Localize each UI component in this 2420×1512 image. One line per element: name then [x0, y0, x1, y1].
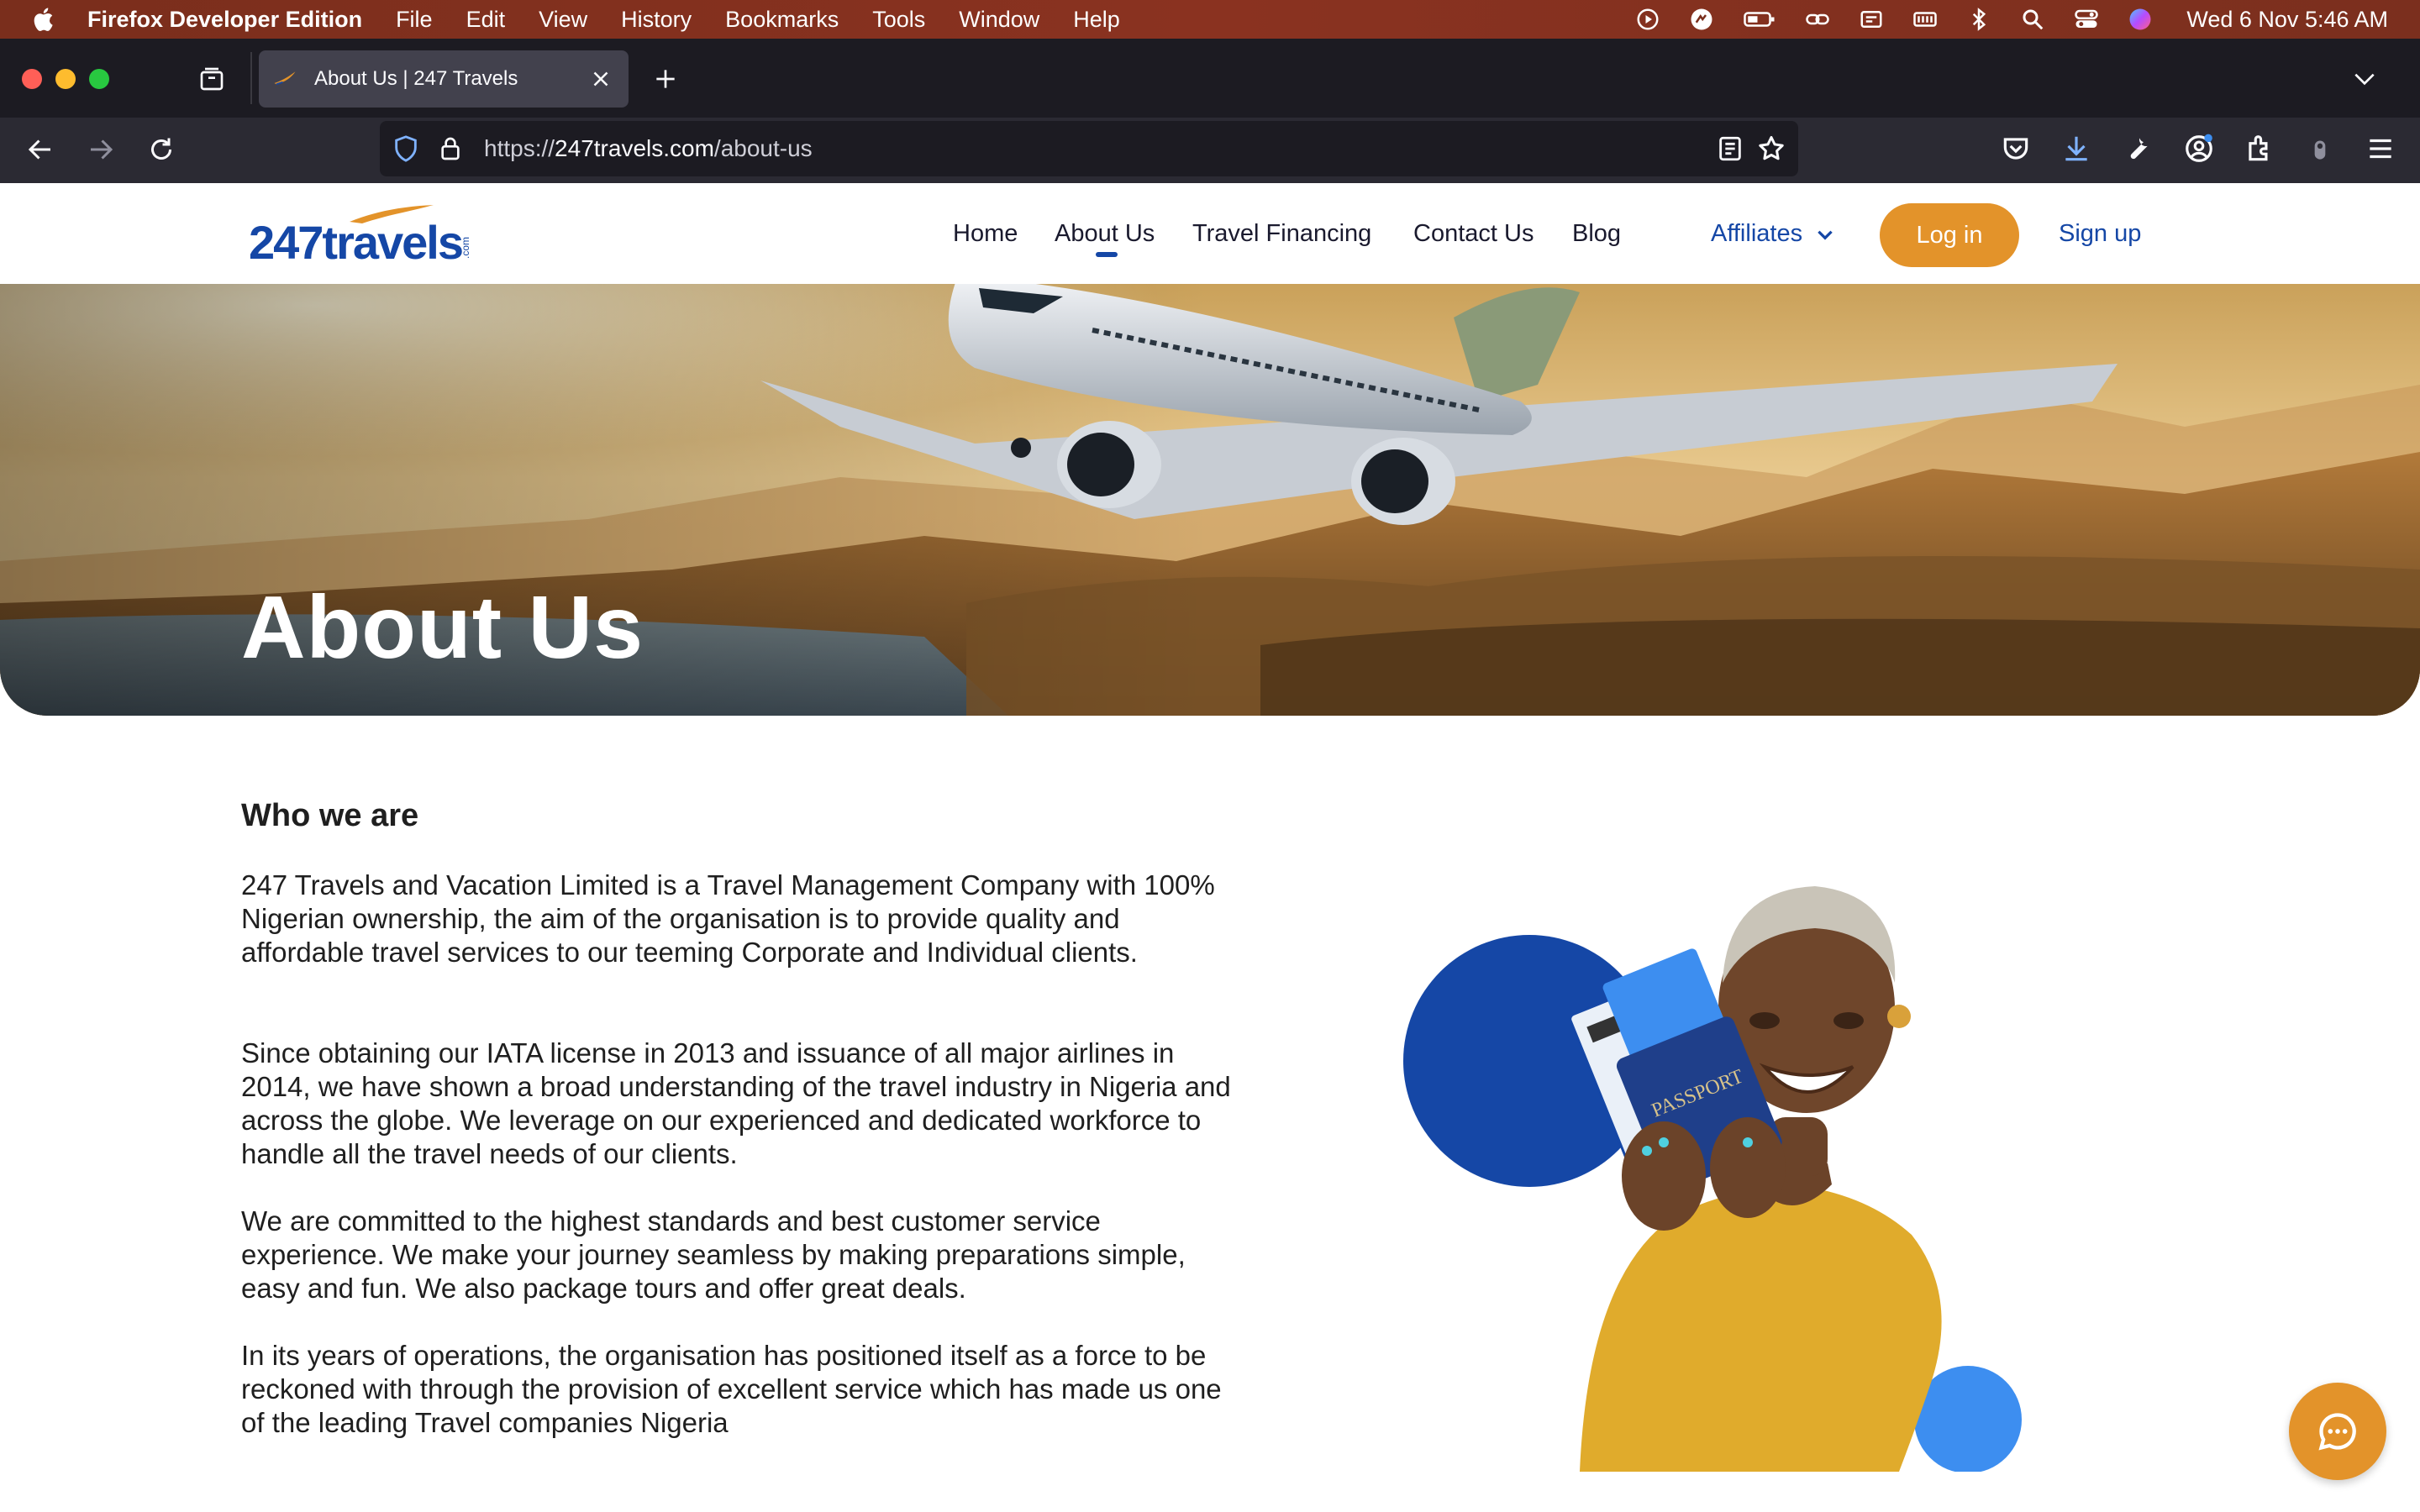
forward-arrow-icon[interactable]: [86, 134, 116, 165]
login-label: Log in: [1916, 221, 1983, 249]
logo-suffix: .com: [460, 237, 471, 259]
clock[interactable]: Wed 6 Nov 5:46 AM: [2186, 7, 2388, 33]
status-area: Wed 6 Nov 5:46 AM: [1635, 0, 2388, 39]
chevron-down-icon[interactable]: [2351, 66, 2378, 92]
signup-link[interactable]: Sign up: [2059, 220, 2141, 248]
site-header: 247travels .com Home About Us Travel Fin…: [0, 183, 2420, 284]
url-text[interactable]: https://247travels.com/about-us: [484, 135, 813, 162]
nav-home[interactable]: Home: [953, 220, 1018, 248]
menu-file[interactable]: File: [396, 7, 433, 33]
wrench-icon[interactable]: [2121, 133, 2153, 165]
macos-menubar: Firefox Developer Edition File Edit View…: [0, 0, 2420, 39]
menu-tools[interactable]: Tools: [872, 7, 925, 33]
chat-icon: [2318, 1413, 2356, 1451]
nav-about-us[interactable]: About Us: [1055, 220, 1155, 248]
paragraph-commitment: We are committed to the highest standard…: [241, 1205, 1186, 1304]
tab-overview-icon[interactable]: [198, 66, 225, 92]
bluetooth-icon[interactable]: [1966, 7, 1991, 32]
screen-record-icon[interactable]: [1635, 7, 1660, 32]
account-icon[interactable]: [2183, 133, 2215, 165]
tab-about-us[interactable]: About Us | 247 Travels: [259, 50, 629, 108]
reload-icon[interactable]: [146, 134, 176, 165]
plane-favicon-icon: [274, 71, 296, 86]
battery-icon[interactable]: [1743, 7, 1776, 32]
nav-contact-us[interactable]: Contact Us: [1413, 220, 1534, 248]
control-center-icon[interactable]: [2074, 7, 2099, 32]
memory-icon[interactable]: [1912, 7, 1938, 32]
hero-banner: About Us: [0, 284, 2420, 716]
tab-title: About Us | 247 Travels: [314, 67, 518, 90]
affiliates-dropdown[interactable]: Affiliates: [1711, 220, 1836, 248]
menu-bookmarks[interactable]: Bookmarks: [725, 7, 839, 33]
lock-icon[interactable]: [437, 134, 464, 163]
nightowl-icon[interactable]: [1689, 7, 1714, 32]
url-path: /about-us: [713, 135, 813, 161]
window-close-button[interactable]: [22, 69, 42, 89]
menu-history[interactable]: History: [621, 7, 692, 33]
login-button[interactable]: Log in: [1880, 203, 2019, 267]
siri-icon[interactable]: [2128, 7, 2153, 32]
plus-icon[interactable]: [652, 66, 679, 92]
app-name[interactable]: Firefox Developer Edition: [87, 7, 362, 33]
tab-separator: [250, 52, 252, 104]
extension-badge-icon[interactable]: [2304, 133, 2336, 165]
display-icon[interactable]: [1859, 7, 1884, 32]
url-host: 247travels.com: [555, 135, 714, 161]
reader-view-icon[interactable]: [1716, 134, 1744, 163]
menu-icon[interactable]: [2365, 133, 2396, 165]
chevron-down-icon: [1818, 230, 1833, 240]
shield-icon[interactable]: [392, 134, 420, 163]
menu-help[interactable]: Help: [1073, 7, 1120, 33]
nav-travel-financing[interactable]: Travel Financing: [1192, 220, 1371, 248]
section-title: Who we are: [241, 798, 419, 833]
affiliates-label: Affiliates: [1711, 220, 1803, 247]
url-bar[interactable]: https://247travels.com/about-us: [380, 121, 1798, 176]
woman-with-passport-image: PASSPORT: [1395, 886, 2033, 1478]
logo[interactable]: 247travels .com: [249, 203, 477, 270]
chat-widget-button[interactable]: [2289, 1383, 2386, 1480]
logo-text: 247travels: [249, 216, 462, 269]
active-nav-indicator: [1096, 252, 1118, 257]
link-icon[interactable]: [1805, 7, 1830, 32]
menu-window[interactable]: Window: [959, 7, 1039, 33]
apple-icon[interactable]: [30, 5, 59, 34]
menu-view[interactable]: View: [539, 7, 587, 33]
pocket-icon[interactable]: [2000, 133, 2032, 165]
paragraph-history: Since obtaining our IATA license in 2013…: [241, 1037, 1231, 1169]
star-icon[interactable]: [1756, 134, 1786, 164]
window-zoom-button[interactable]: [89, 69, 109, 89]
close-icon[interactable]: [588, 66, 613, 92]
nav-blog[interactable]: Blog: [1572, 220, 1621, 248]
back-arrow-icon[interactable]: [25, 134, 55, 165]
url-prefix: https://: [484, 135, 555, 161]
download-icon[interactable]: [2060, 133, 2092, 165]
extensions-icon[interactable]: [2244, 133, 2275, 165]
paragraph-operations: In its years of operations, the organisa…: [241, 1340, 1222, 1438]
window-minimize-button[interactable]: [55, 69, 76, 89]
menu-edit[interactable]: Edit: [466, 7, 506, 33]
search-icon[interactable]: [2020, 7, 2045, 32]
paragraph-intro: 247 Travels and Vacation Limited is a Tr…: [241, 869, 1215, 968]
page-title: About Us: [241, 578, 644, 677]
